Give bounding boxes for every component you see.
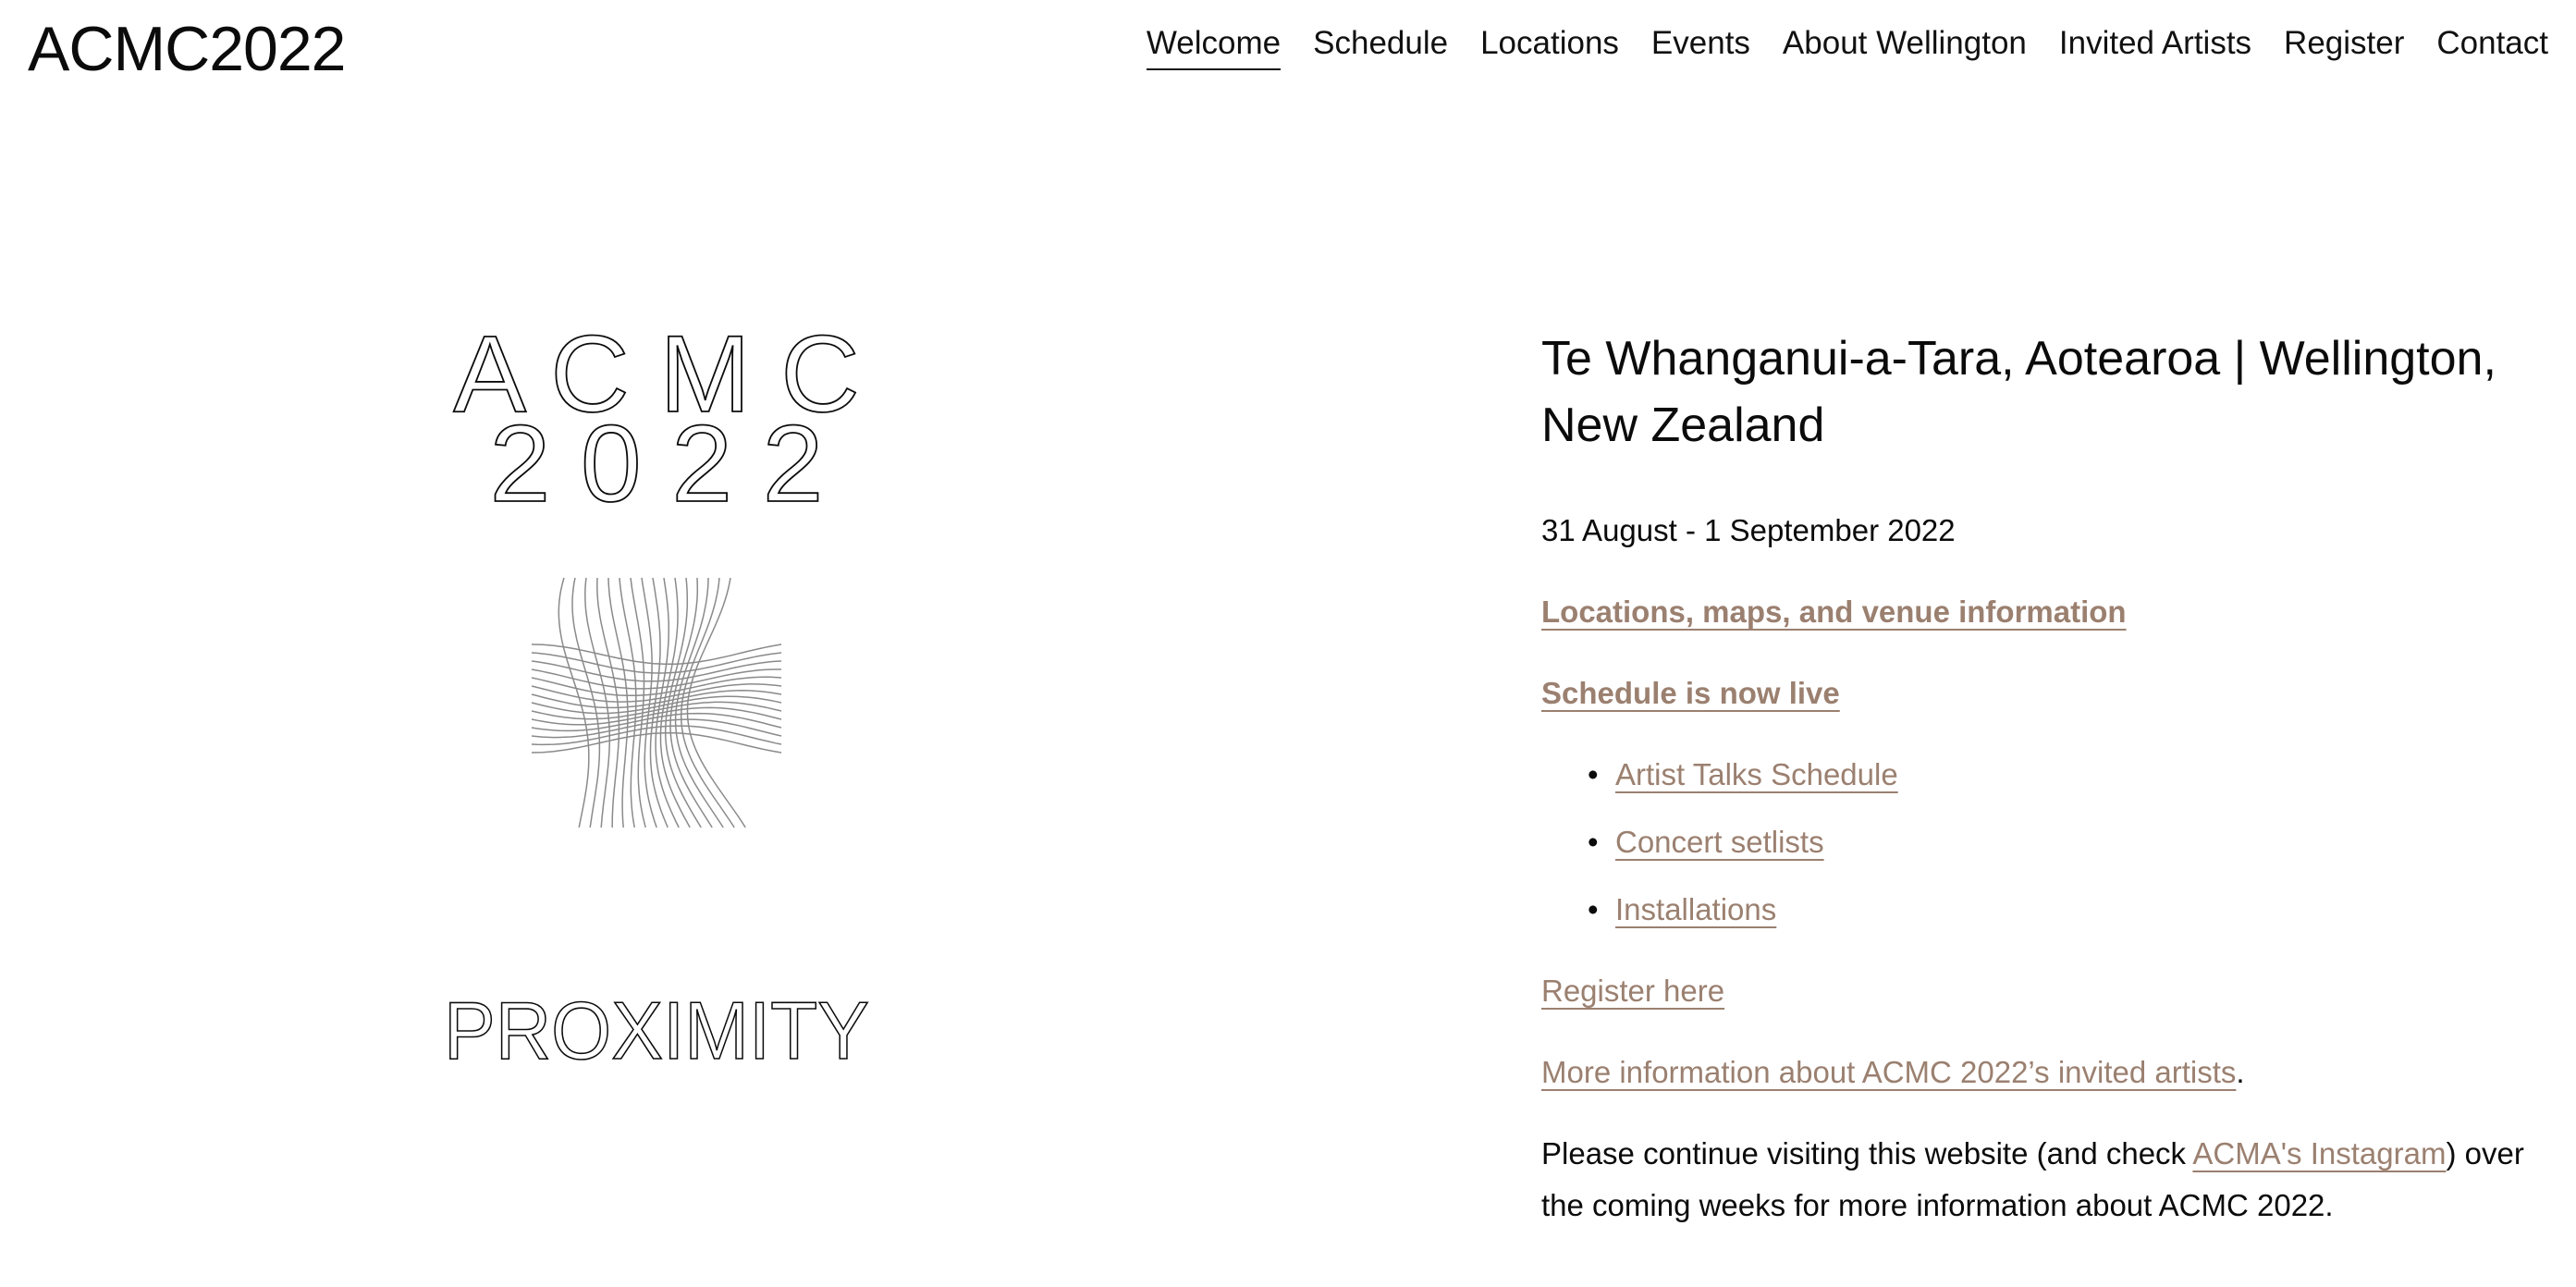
nav-item-locations[interactable]: Locations xyxy=(1480,24,1619,70)
logo-wave-grid xyxy=(531,577,782,828)
main-nav: Welcome Schedule Locations Events About … xyxy=(1114,24,2548,70)
list-item: • Artist Talks Schedule xyxy=(1541,749,2540,801)
list-item: • Installations xyxy=(1541,884,2540,936)
wave-line-vertical xyxy=(630,577,646,828)
concert-setlists-link[interactable]: Concert setlists xyxy=(1615,825,1824,859)
instagram-link[interactable]: ACMA's Instagram xyxy=(2192,1136,2446,1171)
closing-paragraph: Please continue visiting this website (a… xyxy=(1541,1128,2540,1232)
welcome-content: Te Whanganui-a-Tara, Aotearoa | Wellingt… xyxy=(1541,325,2540,1261)
nav-item-about-wellington[interactable]: About Wellington xyxy=(1783,24,2027,70)
register-link[interactable]: Register here xyxy=(1541,974,1724,1008)
locations-link[interactable]: Locations, maps, and venue information xyxy=(1541,594,2127,629)
acmc-proximity-logo: A C M C 2 0 2 2 PROXIMITY xyxy=(443,319,870,1077)
bullet-icon: • xyxy=(1588,892,1599,926)
invited-artists-link[interactable]: More information about ACMC 2022’s invit… xyxy=(1541,1055,2236,1089)
closing-prefix: Please continue visiting this website (a… xyxy=(1541,1136,2193,1171)
wave-line-horizontal xyxy=(531,668,781,690)
wave-line-vertical xyxy=(584,577,611,828)
page-heading: Te Whanganui-a-Tara, Aotearoa | Wellingt… xyxy=(1541,332,2496,452)
installations-link[interactable]: Installations xyxy=(1615,892,1776,926)
bullet-icon: • xyxy=(1588,757,1599,791)
schedule-link[interactable]: Schedule is now live xyxy=(1541,676,1840,710)
nav-item-contact[interactable]: Contact xyxy=(2436,24,2548,70)
nav-item-welcome[interactable]: Welcome xyxy=(1146,24,1282,70)
site-title[interactable]: ACMC2022 xyxy=(28,15,346,84)
event-dates: 31 August - 1 September 2022 xyxy=(1541,513,1956,547)
artist-talks-link[interactable]: Artist Talks Schedule xyxy=(1615,757,1898,791)
wave-line-horizontal xyxy=(531,644,782,666)
invited-suffix: . xyxy=(2236,1055,2245,1089)
logo-line-2022: 2 0 2 2 xyxy=(490,403,824,525)
nav-item-invited-artists[interactable]: Invited Artists xyxy=(2059,24,2251,70)
nav-item-schedule[interactable]: Schedule xyxy=(1313,24,1448,70)
nav-item-register[interactable]: Register xyxy=(2284,24,2404,70)
bullet-icon: • xyxy=(1588,825,1599,859)
invited-artists-paragraph: More information about ACMC 2022’s invit… xyxy=(1541,1047,2540,1098)
list-item: • Concert setlists xyxy=(1541,816,2540,868)
wave-line-horizontal xyxy=(531,652,782,674)
schedule-list: • Artist Talks Schedule • Concert setlis… xyxy=(1541,749,2540,936)
wave-line-vertical xyxy=(596,577,620,827)
nav-item-events[interactable]: Events xyxy=(1651,24,1750,70)
logo-tagline: PROXIMITY xyxy=(444,985,869,1076)
